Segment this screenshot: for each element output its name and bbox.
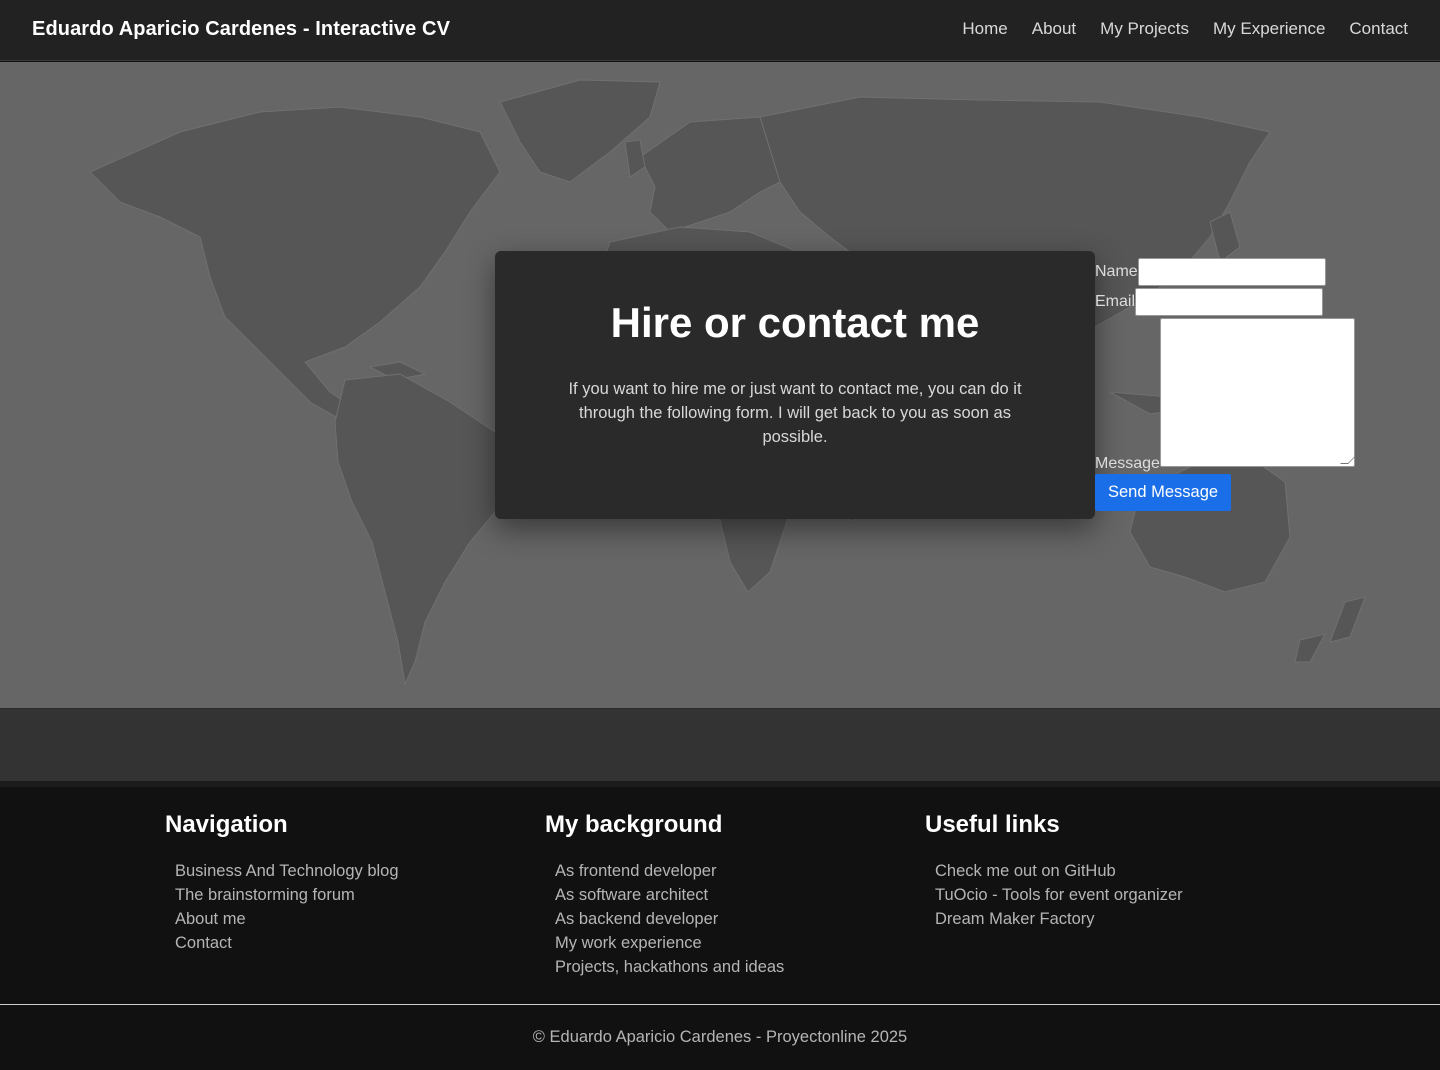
message-row: Message	[1095, 318, 1356, 472]
footer-links: Check me out on GitHub TuOcio - Tools fo…	[925, 859, 1265, 931]
contact-description: If you want to hire me or just want to c…	[568, 380, 1022, 446]
name-input[interactable]	[1137, 258, 1326, 286]
footer-link[interactable]: About me	[175, 907, 505, 931]
contact-hero: Hire or contact me If you want to hire m…	[0, 62, 1440, 708]
footer-link[interactable]: Projects, hackathons and ideas	[555, 955, 885, 979]
email-row: Email	[1095, 288, 1324, 316]
footer-link[interactable]: My work experience	[555, 931, 885, 955]
footer-column-useful-links: Useful links Check me out on GitHub TuOc…	[925, 811, 1265, 931]
footer-link[interactable]: Contact	[175, 931, 505, 955]
main-nav: Home About My Projects My Experience Con…	[962, 19, 1408, 39]
site-footer: Navigation Business And Technology blog …	[0, 787, 1440, 1005]
nav-projects-link[interactable]: My Projects	[1100, 19, 1189, 39]
footer-column-title: Navigation	[165, 811, 288, 838]
footer-column-title: Useful links	[925, 811, 1060, 838]
footer-link[interactable]: As software architect	[555, 883, 885, 907]
message-textarea[interactable]	[1159, 318, 1356, 467]
footer-link[interactable]: Dream Maker Factory	[935, 907, 1265, 931]
nav-home-link[interactable]: Home	[962, 19, 1007, 39]
resize-handle-icon[interactable]	[1339, 456, 1356, 464]
footer-links: As frontend developer As software archit…	[545, 859, 885, 979]
top-navbar: Eduardo Aparicio Cardenes - Interactive …	[0, 0, 1440, 61]
send-message-button[interactable]: Send Message	[1095, 474, 1232, 511]
copyright-text: © Eduardo Aparicio Cardenes - Proyectonl…	[532, 1028, 908, 1046]
footer-column-title: My background	[545, 811, 723, 838]
footer-link[interactable]: TuOcio - Tools for event organizer	[935, 883, 1265, 907]
footer-link[interactable]: The brainstorming forum	[175, 883, 505, 907]
footer-link[interactable]: Business And Technology blog	[175, 859, 505, 883]
footer-link[interactable]: Check me out on GitHub	[935, 859, 1265, 883]
footer-link[interactable]: As backend developer	[555, 907, 885, 931]
name-row: Name	[1095, 258, 1326, 286]
divider-band	[0, 708, 1440, 781]
footer-link[interactable]: As frontend developer	[555, 859, 885, 883]
footer-links: Business And Technology blog The brainst…	[165, 859, 505, 955]
email-input[interactable]	[1135, 288, 1324, 316]
email-label: Email	[1095, 293, 1136, 310]
nav-contact-link[interactable]: Contact	[1349, 19, 1408, 39]
contact-title: Hire or contact me	[610, 299, 980, 346]
message-label: Message	[1095, 455, 1160, 472]
name-label: Name	[1095, 263, 1138, 280]
nav-about-link[interactable]: About	[1032, 19, 1076, 39]
site-brand[interactable]: Eduardo Aparicio Cardenes - Interactive …	[32, 18, 450, 41]
contact-card: Hire or contact me If you want to hire m…	[495, 251, 1095, 519]
nav-experience-link[interactable]: My Experience	[1213, 19, 1325, 39]
footer-column-background: My background As frontend developer As s…	[545, 811, 885, 979]
footer-column-navigation: Navigation Business And Technology blog …	[165, 811, 505, 955]
